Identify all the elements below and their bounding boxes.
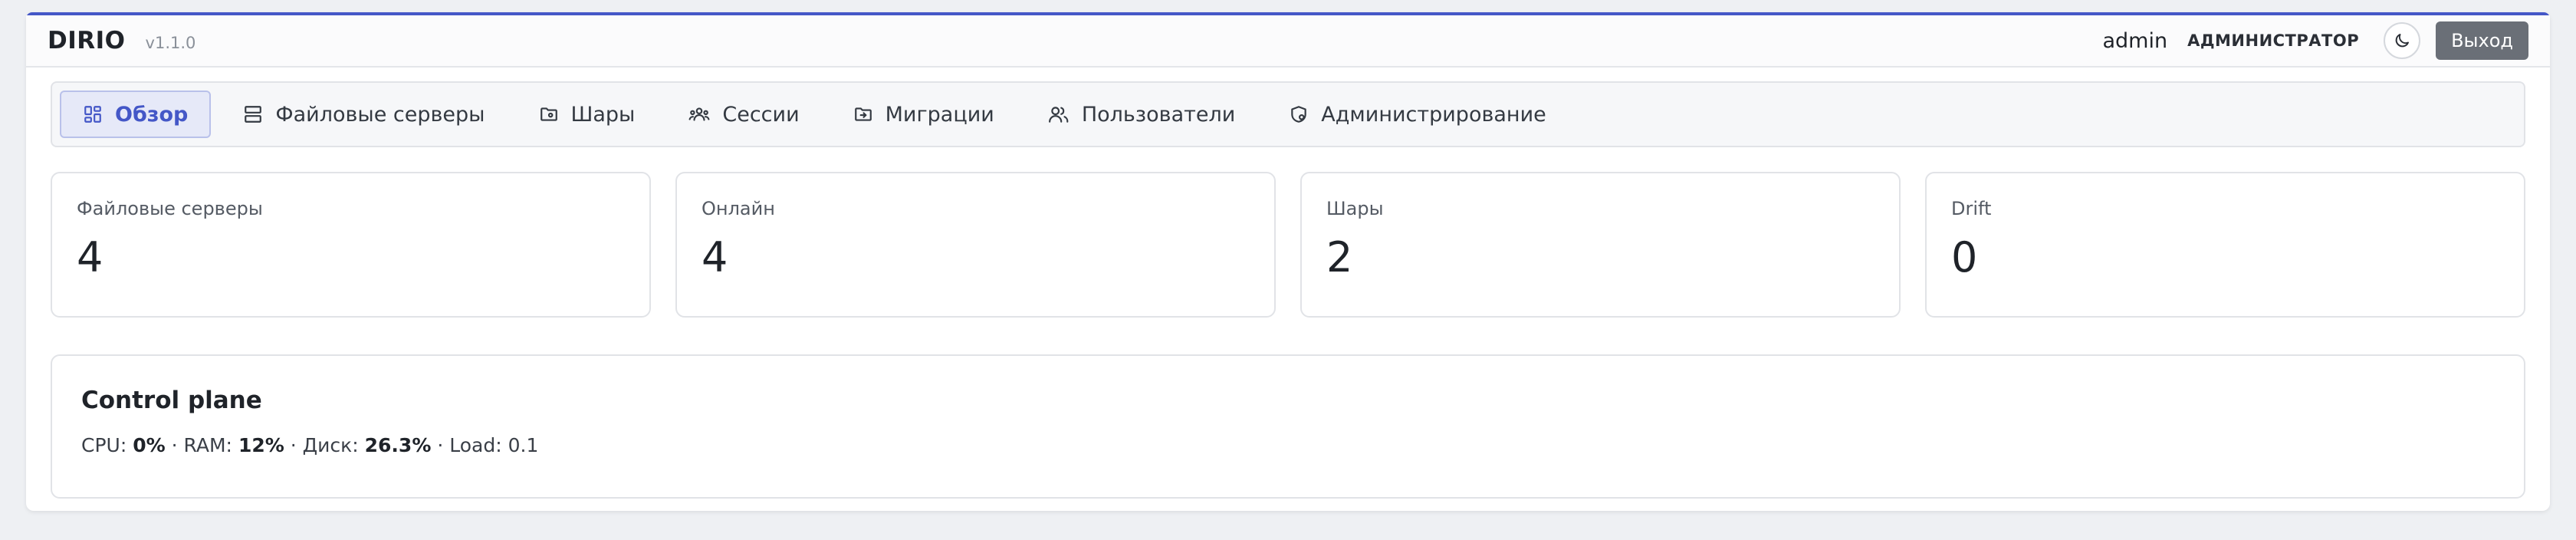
disk-label: Диск: — [302, 434, 359, 456]
stats-cards: Файловые серверы 4 Онлайн 4 Шары 2 Drift… — [51, 172, 2525, 318]
stat-value: 2 — [1326, 233, 1353, 282]
theme-toggle-button[interactable] — [2384, 22, 2421, 59]
stat-label: Шары — [1326, 198, 1384, 219]
folder-icon — [540, 107, 557, 121]
disk-value: 26.3% — [364, 434, 432, 456]
load-value: 0.1 — [508, 434, 539, 456]
stat-value: 4 — [77, 233, 104, 282]
control-plane-stats: CPU: 0% · RAM: 12% · Диск: 26.3% · Load:… — [81, 434, 2495, 456]
stat-card-file-servers: Файловые серверы 4 — [51, 172, 651, 318]
tab-migrations-label: Миграции — [885, 102, 994, 127]
version-label: v1.1.0 — [145, 34, 196, 52]
stat-card-drift: Drift 0 — [1925, 172, 2525, 318]
users-group-icon — [688, 107, 710, 121]
ram-value: 12% — [238, 434, 284, 456]
shield-gear-icon — [1291, 106, 1307, 123]
stat-card-online: Онлайн 4 — [675, 172, 1276, 318]
tab-file-servers[interactable]: Файловые серверы — [222, 91, 506, 138]
ram-label: RAM: — [183, 434, 232, 456]
current-user: admin — [2102, 28, 2168, 53]
control-plane-panel: Control plane CPU: 0% · RAM: 12% · Диск:… — [51, 354, 2525, 499]
server-icon — [245, 106, 262, 123]
tab-overview-label: Обзор — [115, 102, 189, 127]
folder-move-icon — [854, 107, 872, 121]
tab-shares[interactable]: Шары — [518, 91, 657, 138]
cpu-value: 0% — [133, 434, 166, 456]
separator: · — [437, 434, 444, 456]
user-role-badge: АДМИНИСТРАТОР — [2187, 31, 2360, 50]
separator: · — [290, 434, 297, 456]
tab-sessions[interactable]: Сессии — [667, 91, 820, 138]
stat-card-shares: Шары 2 — [1300, 172, 1901, 318]
tab-users[interactable]: Пользователи — [1027, 91, 1257, 138]
tab-users-label: Пользователи — [1081, 102, 1236, 127]
moon-icon — [2395, 34, 2410, 48]
tab-shares-label: Шары — [570, 102, 636, 127]
tab-sessions-label: Сессии — [722, 102, 800, 127]
stat-label: Drift — [1951, 198, 1992, 219]
stat-label: Файловые серверы — [77, 198, 263, 219]
separator: · — [171, 434, 178, 456]
panel-title: Control plane — [81, 387, 262, 414]
top-bar: DIRIO v1.1.0 admin АДМИНИСТРАТОР Выход — [26, 15, 2550, 68]
dashboard-icon — [84, 106, 101, 123]
brand-logo[interactable]: DIRIO — [48, 27, 126, 54]
tab-administration[interactable]: Администрирование — [1267, 91, 1567, 138]
app-window: DIRIO v1.1.0 admin АДМИНИСТРАТОР Выход О… — [26, 12, 2550, 511]
tab-administration-label: Администрирование — [1321, 102, 1546, 127]
cpu-label: CPU: — [81, 434, 127, 456]
stat-value: 0 — [1951, 233, 1978, 282]
stat-value: 4 — [702, 233, 728, 282]
main-nav-tabs: Обзор Файловые серверы Шары Сессии Мигра… — [51, 81, 2525, 147]
stat-label: Онлайн — [702, 198, 775, 219]
logout-button[interactable]: Выход — [2436, 21, 2528, 60]
users-icon — [1048, 107, 1069, 123]
tab-overview[interactable]: Обзор — [60, 91, 212, 138]
tab-migrations[interactable]: Миграции — [832, 91, 1016, 138]
tab-file-servers-label: Файловые серверы — [275, 102, 485, 127]
load-label: Load: — [449, 434, 502, 456]
